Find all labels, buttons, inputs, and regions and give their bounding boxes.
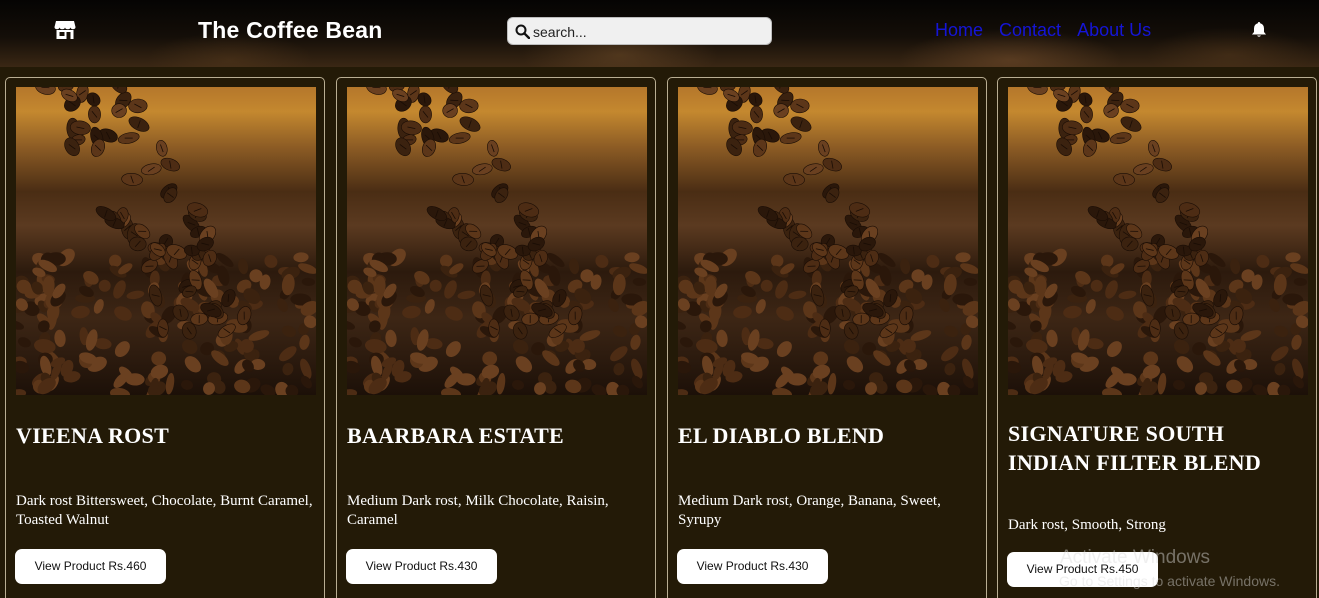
- brand-title[interactable]: The Coffee Bean: [198, 17, 382, 44]
- view-product-button[interactable]: View Product Rs.460: [15, 549, 166, 584]
- nav-contact-link[interactable]: Contact: [999, 20, 1061, 41]
- top-navbar: The Coffee Bean Home Contact About Us: [0, 0, 1319, 67]
- search-box[interactable]: [507, 17, 772, 45]
- watermark-subtitle: Go to Settings to activate Windows.: [1059, 573, 1280, 589]
- product-card: SIGNATURE SOUTH INDIAN FILTER BLEND Dark…: [997, 77, 1317, 598]
- search-input[interactable]: [533, 22, 763, 42]
- bell-icon[interactable]: [1251, 21, 1267, 38]
- coffee-beans-image: [678, 87, 978, 395]
- nav-about-link[interactable]: About Us: [1077, 20, 1151, 41]
- activate-windows-watermark: Activate Windows Go to Settings to activ…: [1059, 547, 1280, 590]
- product-description: Medium Dark rost, Orange, Banana, Sweet,…: [678, 493, 941, 528]
- product-image[interactable]: [678, 87, 978, 395]
- nav-home-link[interactable]: Home: [935, 20, 983, 41]
- coffee-beans-image: [1008, 87, 1308, 395]
- view-product-button[interactable]: View Product Rs.430: [677, 549, 828, 584]
- main-nav: Home Contact About Us: [935, 20, 1167, 41]
- coffee-beans-image: [347, 87, 647, 395]
- coffee-beans-image: [16, 87, 316, 395]
- product-card: EL DIABLO BLEND Medium Dark rost, Orange…: [667, 77, 987, 598]
- product-image[interactable]: [347, 87, 647, 395]
- watermark-title: Activate Windows: [1060, 547, 1210, 568]
- product-title: SIGNATURE SOUTH INDIAN FILTER BLEND: [1008, 421, 1262, 475]
- search-icon: [515, 24, 530, 39]
- product-card: BAARBARA ESTATE Medium Dark rost, Milk C…: [336, 77, 656, 598]
- product-title: BAARBARA ESTATE: [347, 423, 565, 448]
- product-card: VIEENA ROST Dark rost Bittersweet, Choco…: [5, 77, 325, 598]
- product-description: Medium Dark rost, Milk Chocolate, Raisin…: [347, 493, 609, 528]
- store-icon[interactable]: [54, 20, 76, 40]
- product-image[interactable]: [1008, 87, 1308, 395]
- view-product-button[interactable]: View Product Rs.430: [346, 549, 497, 584]
- product-title: EL DIABLO BLEND: [678, 423, 885, 448]
- product-title: VIEENA ROST: [16, 423, 170, 448]
- product-description: Dark rost Bittersweet, Chocolate, Burnt …: [16, 493, 313, 528]
- product-description: Dark rost, Smooth, Strong: [1008, 517, 1166, 533]
- product-image[interactable]: [16, 87, 316, 395]
